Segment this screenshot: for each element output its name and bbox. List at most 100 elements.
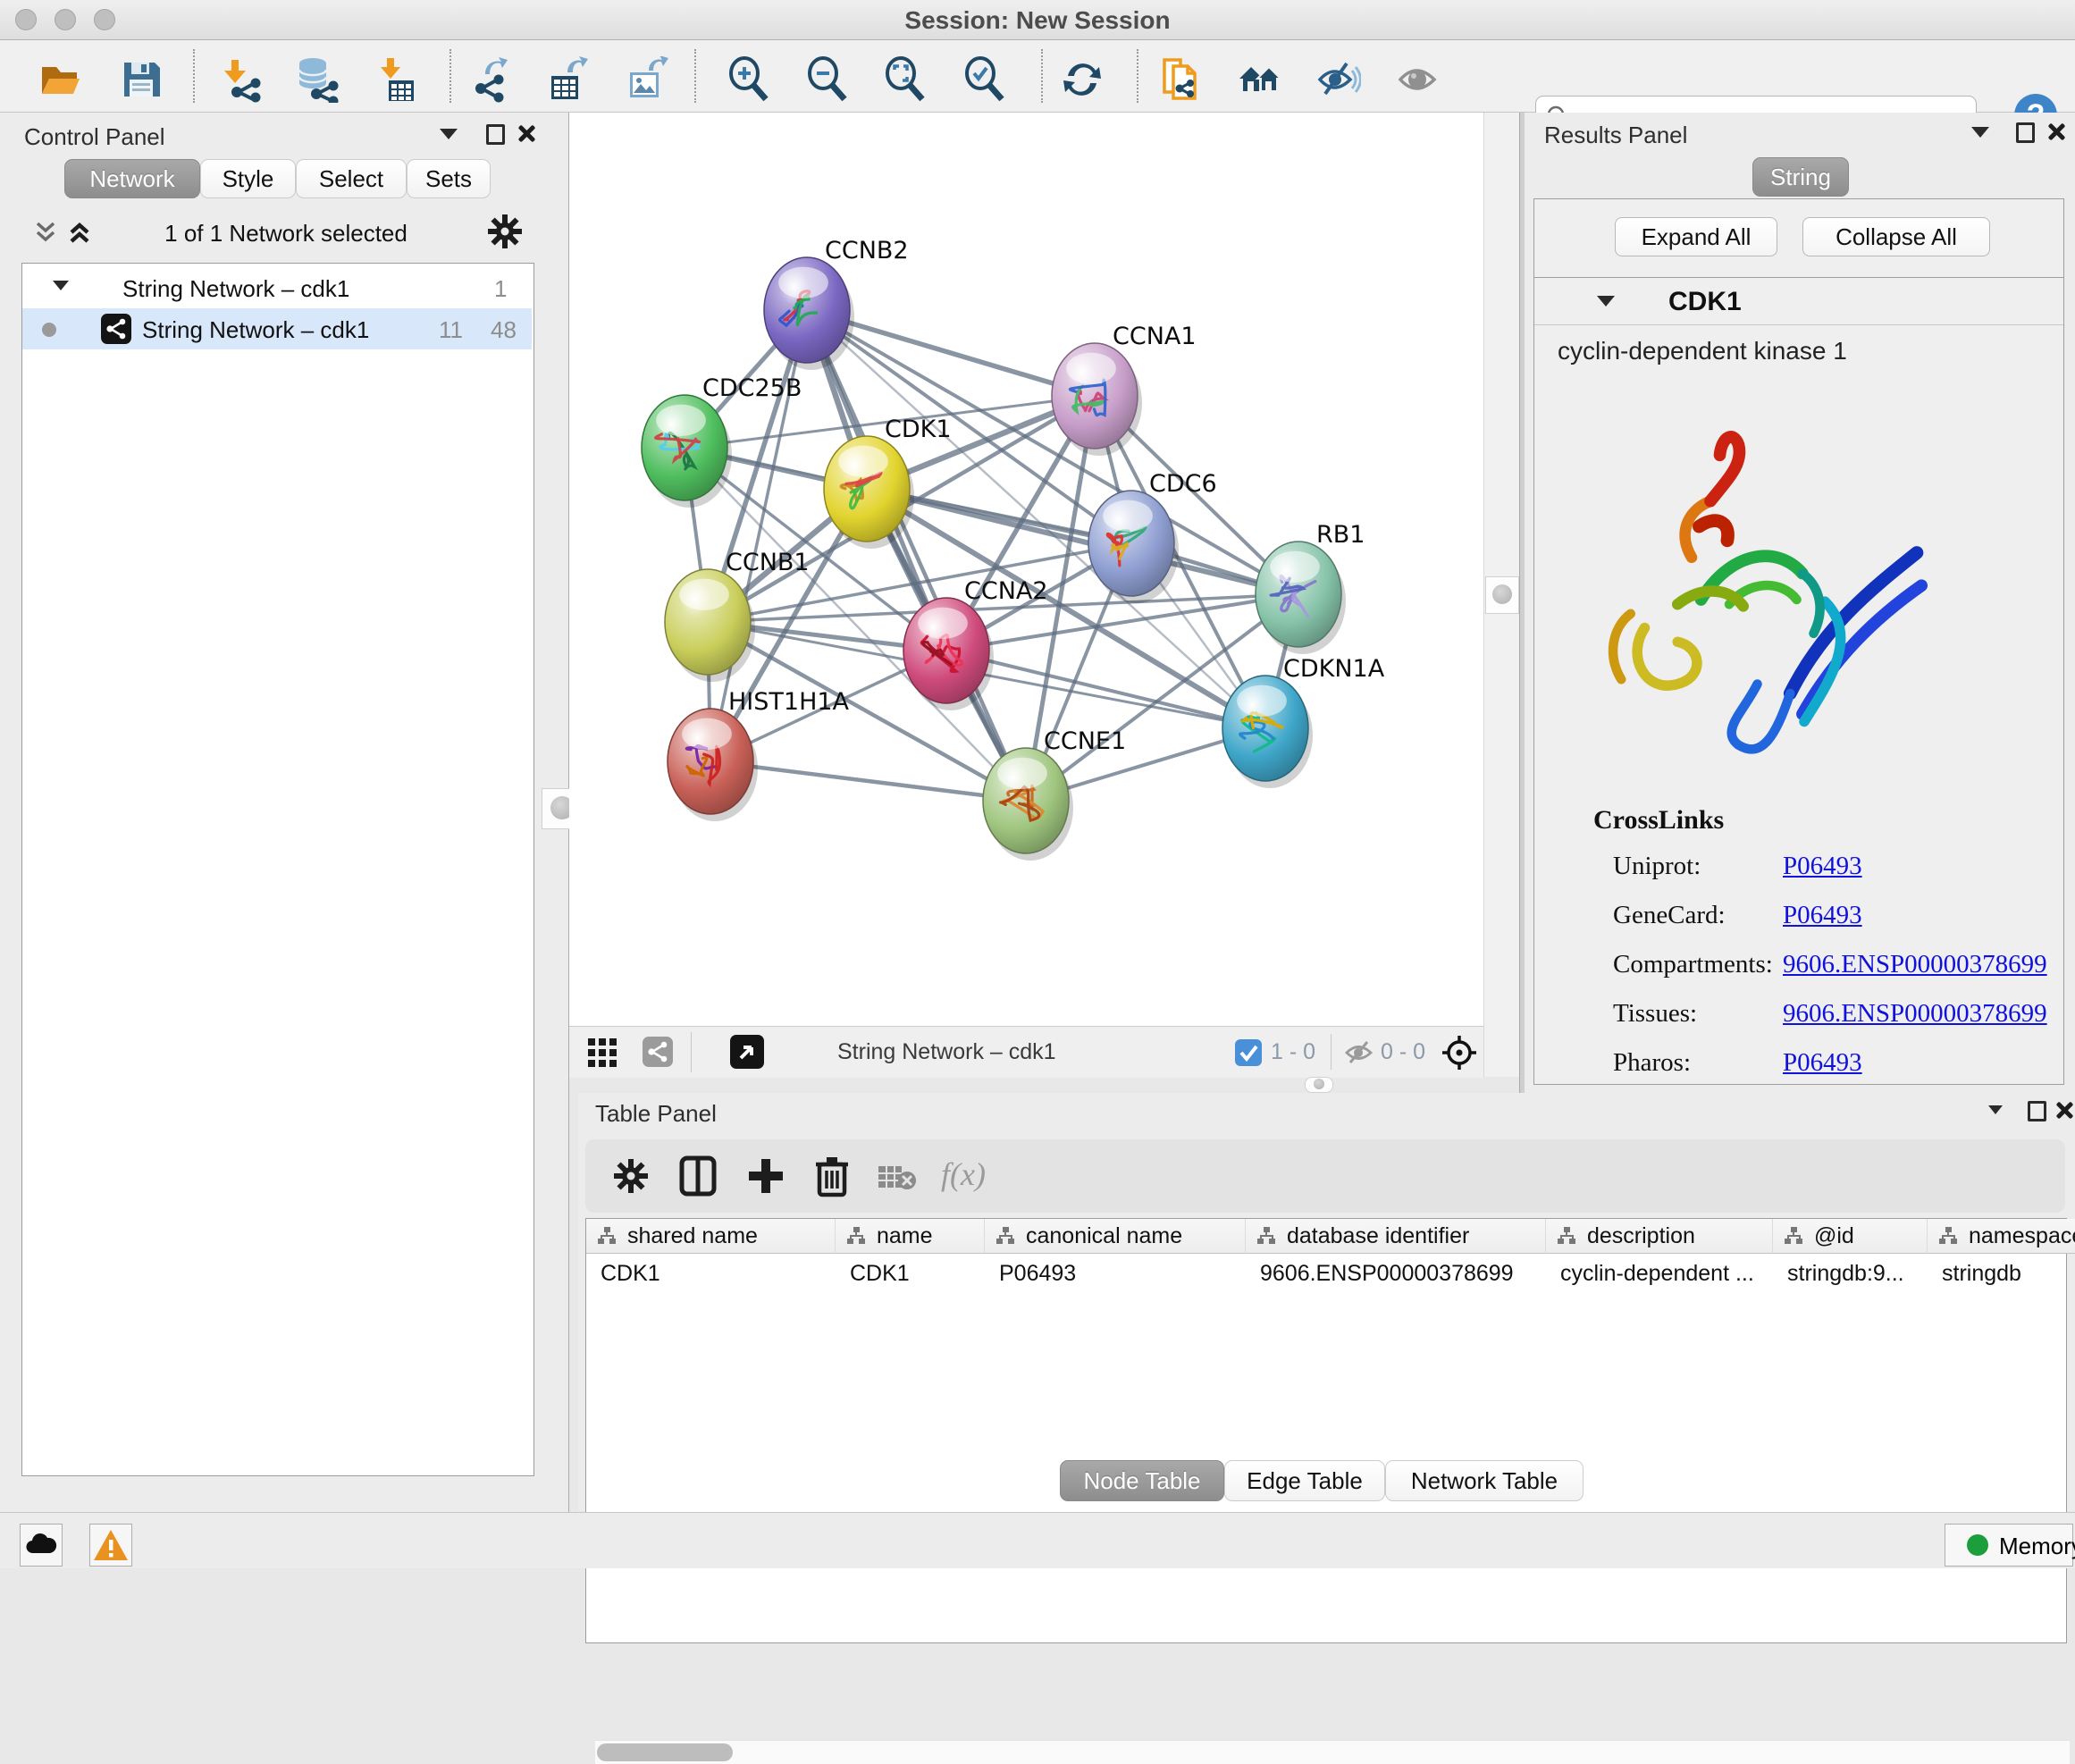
collapse-all-networks-icon[interactable] bbox=[32, 218, 59, 247]
tree-expander-icon[interactable] bbox=[53, 281, 69, 290]
export-table-button[interactable] bbox=[544, 56, 591, 103]
network-node-count: 11 bbox=[439, 316, 463, 344]
detach-view-icon[interactable] bbox=[730, 1035, 764, 1069]
column-header-databaseidentifier[interactable]: database identifier bbox=[1246, 1219, 1546, 1254]
column-type-icon bbox=[1557, 1226, 1576, 1246]
zoom-out-button[interactable] bbox=[804, 56, 851, 103]
collapse-panel-icon[interactable] bbox=[440, 129, 458, 139]
table-cell[interactable]: stringdb bbox=[1928, 1254, 2075, 1289]
crosslink-label: GeneCard: bbox=[1613, 901, 1726, 930]
title-bar: Session: New Session bbox=[0, 0, 2075, 40]
window-title: Session: New Session bbox=[0, 6, 2075, 35]
node-section-header[interactable]: CDK1 bbox=[1534, 278, 2063, 325]
crosslink-tissues[interactable]: 9606.ENSP00000378699 bbox=[1783, 999, 2047, 1029]
gear-icon[interactable] bbox=[612, 1157, 650, 1195]
table-cell[interactable]: cyclin-dependent ... bbox=[1546, 1254, 1772, 1289]
memory-button[interactable]: Memory bbox=[1945, 1524, 2073, 1567]
table-horizontal-scrollbar[interactable] bbox=[595, 1740, 2070, 1764]
hide-selected-button[interactable] bbox=[1315, 56, 1361, 103]
column-header-namespace[interactable]: namespace bbox=[1928, 1219, 2075, 1254]
network-canvas[interactable]: CCNB2CCNA1CDC25BCDK1CDC6RB1CCNB1CCNA2CDK… bbox=[569, 113, 1483, 1026]
float-panel-icon[interactable] bbox=[2016, 122, 2035, 143]
refresh-layout-button[interactable] bbox=[1059, 56, 1105, 103]
tab-string[interactable]: String bbox=[1752, 157, 1849, 197]
gene-description: cyclin-dependent kinase 1 bbox=[1558, 337, 1847, 365]
selected-checkbox-icon[interactable] bbox=[1235, 1039, 1262, 1066]
warning-icon bbox=[90, 1525, 131, 1566]
results-panel: Results Panel String Expand All Collapse… bbox=[1525, 113, 2075, 1093]
node-label: CDKN1A bbox=[1283, 655, 1385, 683]
collapse-all-button[interactable]: Collapse All bbox=[1802, 217, 1990, 256]
right-divider-handle[interactable] bbox=[1485, 576, 1519, 614]
float-panel-icon[interactable] bbox=[2028, 1101, 2046, 1121]
zoom-fit-button[interactable] bbox=[882, 56, 928, 103]
column-header-description[interactable]: description bbox=[1546, 1219, 1773, 1254]
scrollbar-thumb[interactable] bbox=[597, 1743, 733, 1761]
crosslink-compartments[interactable]: 9606.ENSP00000378699 bbox=[1783, 950, 2047, 979]
column-header-canonicalname[interactable]: canonical name bbox=[985, 1219, 1246, 1254]
delete-column-icon[interactable] bbox=[812, 1154, 852, 1198]
collapse-panel-icon[interactable] bbox=[1971, 127, 1989, 138]
column-header-id[interactable]: @id bbox=[1773, 1219, 1928, 1254]
string-share-icon[interactable] bbox=[643, 1037, 673, 1067]
column-type-icon bbox=[995, 1226, 1015, 1246]
selected-counts: 1 - 0 bbox=[1271, 1039, 1315, 1065]
import-table-button[interactable] bbox=[376, 56, 423, 103]
tab-edge-table[interactable]: Edge Table bbox=[1224, 1460, 1385, 1501]
fit-selected-crosshair-icon[interactable] bbox=[1441, 1034, 1478, 1071]
open-session-button[interactable] bbox=[38, 56, 84, 103]
clone-network-button[interactable] bbox=[1157, 56, 1204, 103]
section-expander-icon[interactable] bbox=[1597, 296, 1615, 307]
gear-icon[interactable] bbox=[486, 213, 524, 250]
string-network-graph[interactable]: CCNB2CCNA1CDC25BCDK1CDC6RB1CCNB1CCNA2CDK… bbox=[569, 113, 1483, 1026]
table-cell[interactable]: CDK1 bbox=[586, 1254, 835, 1289]
import-network-file-button[interactable] bbox=[219, 56, 265, 103]
close-panel-icon[interactable] bbox=[517, 124, 534, 142]
tab-node-table[interactable]: Node Table bbox=[1060, 1460, 1224, 1501]
column-header-sharedname[interactable]: shared name bbox=[586, 1219, 836, 1254]
network-collection-row[interactable]: String Network – cdk1 1 bbox=[22, 267, 532, 308]
protein-structure-image bbox=[1588, 412, 1945, 787]
warnings-button[interactable] bbox=[89, 1524, 132, 1567]
first-neighbors-button[interactable] bbox=[1237, 56, 1283, 103]
status-bar: Memory bbox=[0, 1512, 2075, 1568]
control-panel-title: Control Panel bbox=[24, 123, 165, 151]
export-network-button[interactable] bbox=[467, 56, 514, 103]
cloud-button[interactable] bbox=[20, 1524, 63, 1567]
export-image-button[interactable] bbox=[624, 56, 670, 103]
toolbar-separator bbox=[193, 49, 195, 103]
crosslink-genecard[interactable]: P06493 bbox=[1783, 901, 1862, 930]
table-cell[interactable]: P06493 bbox=[985, 1254, 1245, 1289]
table-cell[interactable]: 9606.ENSP00000378699 bbox=[1246, 1254, 1545, 1289]
tab-network-table[interactable]: Network Table bbox=[1385, 1460, 1584, 1501]
crosslink-uniprot[interactable]: P06493 bbox=[1783, 852, 1862, 881]
expand-all-button[interactable]: Expand All bbox=[1615, 217, 1777, 256]
close-panel-icon[interactable] bbox=[2054, 1101, 2072, 1119]
tab-network[interactable]: Network bbox=[64, 159, 200, 198]
hidden-eye-icon bbox=[1343, 1037, 1375, 1068]
birdseye-grid-icon[interactable] bbox=[587, 1037, 617, 1068]
table-cell[interactable]: stringdb:9... bbox=[1773, 1254, 1927, 1289]
close-panel-icon[interactable] bbox=[2046, 122, 2064, 140]
show-columns-icon[interactable] bbox=[678, 1155, 718, 1197]
zoom-selected-button[interactable] bbox=[962, 56, 1008, 103]
save-session-button[interactable] bbox=[118, 56, 164, 103]
table-cell[interactable]: CDK1 bbox=[836, 1254, 984, 1289]
expand-all-networks-icon[interactable] bbox=[66, 218, 93, 247]
show-all-button[interactable] bbox=[1395, 56, 1441, 103]
float-panel-icon[interactable] bbox=[486, 124, 505, 145]
string-network-icon bbox=[101, 314, 131, 344]
tab-select[interactable]: Select bbox=[296, 159, 407, 198]
collapse-panel-icon[interactable] bbox=[1988, 1105, 2003, 1114]
table-panel: Table Panel f(x) shared name name canoni… bbox=[578, 1093, 2075, 1511]
network-row[interactable]: String Network – cdk1 11 48 bbox=[22, 308, 532, 349]
column-header-name[interactable]: name bbox=[836, 1219, 985, 1254]
import-network-database-button[interactable] bbox=[293, 56, 340, 103]
crosslink-pharos[interactable]: P06493 bbox=[1783, 1048, 1862, 1078]
tab-sets[interactable]: Sets bbox=[407, 159, 491, 198]
zoom-in-button[interactable] bbox=[726, 56, 772, 103]
bottom-divider-handle[interactable] bbox=[1305, 1077, 1333, 1093]
tab-style[interactable]: Style bbox=[200, 159, 296, 198]
column-type-icon bbox=[1784, 1226, 1803, 1246]
add-column-icon[interactable] bbox=[746, 1155, 785, 1197]
